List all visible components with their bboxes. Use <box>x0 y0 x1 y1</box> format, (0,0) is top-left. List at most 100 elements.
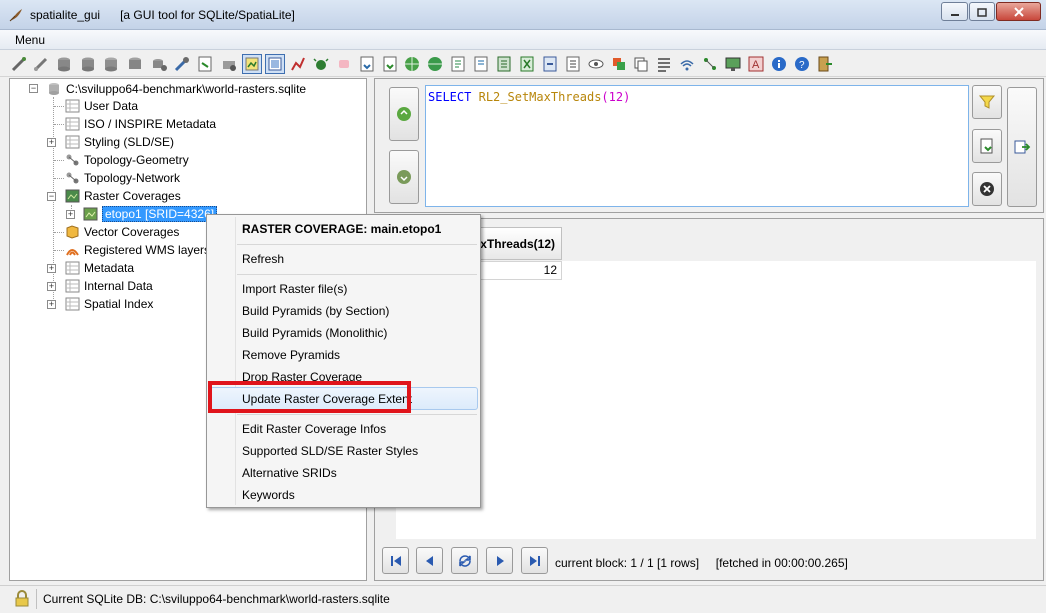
restore-button[interactable] <box>969 2 995 21</box>
history-back-button[interactable] <box>389 150 419 204</box>
connect-icon[interactable] <box>10 55 28 73</box>
chart-icon[interactable] <box>289 55 307 73</box>
export-sql-icon[interactable] <box>564 55 582 73</box>
tree-item-label: Topology-Network <box>84 171 181 185</box>
layers-icon[interactable] <box>610 55 628 73</box>
tree-item-label: Raster Coverages <box>84 189 181 203</box>
minimize-button[interactable] <box>941 2 968 21</box>
info-icon[interactable] <box>770 55 788 73</box>
help-icon[interactable]: ? <box>793 55 811 73</box>
menu-item-keywords[interactable]: Keywords <box>242 488 295 502</box>
export-html-icon[interactable] <box>541 55 559 73</box>
export-dxf-icon[interactable] <box>495 55 513 73</box>
topology-icon <box>66 172 79 184</box>
bug-icon[interactable] <box>312 55 330 73</box>
exit-icon[interactable] <box>816 55 834 73</box>
expander-spatial-index[interactable]: + <box>47 300 56 309</box>
menu-item-build-pyramids-section[interactable]: Build Pyramids (by Section) <box>242 304 389 318</box>
close-button[interactable] <box>996 2 1041 21</box>
tree-item-wms-layers[interactable]: Registered WMS layers <box>65 241 210 259</box>
wifi-icon[interactable] <box>678 55 696 73</box>
expander-styling[interactable]: + <box>47 138 56 147</box>
menu-item-build-pyramids-mono[interactable]: Build Pyramids (Monolithic) <box>242 326 387 340</box>
skip-first-icon <box>390 555 401 566</box>
font-icon[interactable]: A <box>747 55 765 73</box>
status-text: Current SQLite DB: C:\sviluppo64-benchma… <box>43 592 390 606</box>
export-db-icon[interactable] <box>126 55 144 73</box>
save-db-icon[interactable] <box>102 55 120 73</box>
map-tool-icon[interactable] <box>265 54 285 74</box>
menu-item-import-raster[interactable]: Import Raster file(s) <box>242 282 347 296</box>
eraser-icon[interactable] <box>335 55 353 73</box>
sql-editor[interactable]: SELECT RL2_SetMaxThreads(12) <box>425 85 969 207</box>
tree-item-topology-network[interactable]: Topology-Network <box>65 169 180 187</box>
copy-icon[interactable] <box>632 55 650 73</box>
raster-tool-icon[interactable] <box>242 54 262 74</box>
history-forward-button[interactable] <box>389 87 419 141</box>
sql-script-icon[interactable] <box>196 55 214 73</box>
execute-sql-button[interactable] <box>1007 87 1037 207</box>
menu-item-alternative-srids[interactable]: Alternative SRIDs <box>242 466 337 480</box>
tree-item-raster-coverages[interactable]: Raster Coverages <box>65 187 181 205</box>
export-table-icon[interactable] <box>472 55 490 73</box>
new-db-icon[interactable] <box>55 55 73 73</box>
tree-item-vector-coverages[interactable]: Vector Coverages <box>65 223 179 241</box>
menu-item-supported-styles[interactable]: Supported SLD/SE Raster Styles <box>242 444 418 458</box>
clear-sql-button[interactable] <box>972 172 1002 206</box>
next-block-button[interactable] <box>486 547 513 574</box>
root-expander[interactable]: − <box>29 84 38 93</box>
expander-internal-data[interactable]: + <box>47 282 56 291</box>
tree-item-etopo1[interactable]: etopo1 [SRID=4326] <box>83 205 218 223</box>
menu-item-edit-infos[interactable]: Edit Raster Coverage Infos <box>242 422 386 436</box>
expander-raster-coverages[interactable]: − <box>47 192 56 201</box>
funnel-icon <box>978 95 996 109</box>
expander-etopo1[interactable]: + <box>66 210 75 219</box>
menu-main[interactable]: Menu <box>15 33 45 47</box>
tree-item-internal-data[interactable]: Internal Data <box>65 277 153 295</box>
table-icon <box>65 297 80 311</box>
disconnect-icon[interactable] <box>32 55 50 73</box>
globe-icon[interactable] <box>403 55 421 73</box>
globe-search-icon[interactable] <box>426 55 444 73</box>
export-xls-icon[interactable] <box>518 55 536 73</box>
filter-button[interactable] <box>972 85 1002 119</box>
clear-icon <box>980 182 994 196</box>
tree-item-styling[interactable]: Styling (SLD/SE) <box>65 133 174 151</box>
network-icon[interactable] <box>701 55 719 73</box>
context-menu-header: RASTER COVERAGE: main.etopo1 <box>242 222 442 236</box>
tree-item-label: Spatial Index <box>84 297 154 311</box>
menu-item-refresh[interactable]: Refresh <box>242 252 284 266</box>
tree-item-iso-metadata[interactable]: ISO / INSPIRE Metadata <box>65 115 216 133</box>
load-sql-button[interactable] <box>972 129 1002 163</box>
refresh-button[interactable] <box>451 547 478 574</box>
close-icon <box>1013 6 1024 17</box>
title-bar: spatialite_gui [a GUI tool for SQLite/Sp… <box>0 0 1046 30</box>
load-shp-icon[interactable] <box>220 55 238 73</box>
tree-item-metadata[interactable]: Metadata <box>65 259 134 277</box>
import-dbf-icon[interactable] <box>381 55 399 73</box>
attach-db-icon[interactable] <box>173 55 191 73</box>
memory-db-icon[interactable] <box>79 55 97 73</box>
prev-icon <box>425 555 433 566</box>
first-block-button[interactable] <box>382 547 409 574</box>
tree-item-user-data[interactable]: User Data <box>65 97 138 115</box>
monitor-icon[interactable] <box>724 55 742 73</box>
tree-item-spatial-index[interactable]: Spatial Index <box>65 295 153 313</box>
last-block-button[interactable] <box>521 547 548 574</box>
export-doc-icon[interactable] <box>449 55 467 73</box>
expander-metadata[interactable]: + <box>47 264 56 273</box>
menu-item-remove-pyramids[interactable]: Remove Pyramids <box>242 348 340 362</box>
import-csv-icon[interactable] <box>358 55 376 73</box>
tree-item-label: Vector Coverages <box>84 225 180 239</box>
result-grid[interactable]: RL2_SetMaxThreads(12) 12 <box>396 227 1036 539</box>
database-icon <box>49 83 59 95</box>
raster-icon <box>83 207 98 221</box>
vacuum-db-icon[interactable] <box>150 55 168 73</box>
eye-icon[interactable] <box>587 55 605 73</box>
prev-block-button[interactable] <box>416 547 443 574</box>
tree-root[interactable]: C:\sviluppo64-benchmark\world-rasters.sq… <box>47 80 306 98</box>
tree-item-topology-geometry[interactable]: Topology-Geometry <box>65 151 189 169</box>
text-lines-icon[interactable] <box>655 55 673 73</box>
sql-close-paren: ) <box>623 90 631 104</box>
table-icon <box>65 99 80 113</box>
